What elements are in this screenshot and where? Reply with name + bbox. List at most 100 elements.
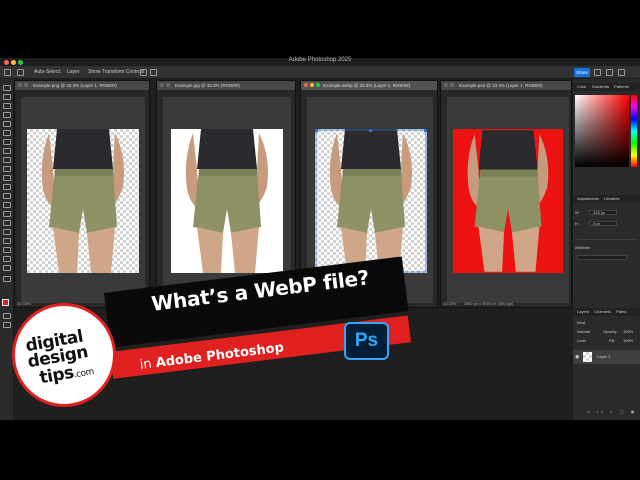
- clone-stamp-tool-icon[interactable]: [3, 166, 11, 172]
- visibility-eye-icon[interactable]: ◉: [575, 354, 579, 360]
- type-tool-icon[interactable]: [3, 229, 11, 235]
- close-document-icon[interactable]: [444, 83, 448, 87]
- layers-panel-tabs[interactable]: Layers Channels Paths: [573, 308, 640, 316]
- foreground-color-swatch[interactable]: [2, 299, 9, 306]
- panel-toggle-icon[interactable]: [618, 69, 625, 76]
- zoom-status[interactable]: 33.33%: [17, 301, 31, 306]
- layers-footer-icons[interactable]: ∞ fx ◐ ▢ ▣ ＋ 🗑: [587, 409, 640, 415]
- document-window-png[interactable]: Example.png @ 33.3% (Layer 1, RGB/8#) 33…: [14, 80, 150, 308]
- document-tab-title: Example.psd @ 33.3% (Layer 1, RGB/8#): [459, 83, 543, 88]
- layer-thumbnail: [583, 352, 592, 362]
- gradient-tool-icon[interactable]: [3, 193, 11, 199]
- lasso-tool-icon[interactable]: [3, 103, 11, 109]
- document-tab[interactable]: Example.png @ 33.3% (Layer 1, RGB/8#): [15, 81, 149, 90]
- brand-logo: digital design tips.com: [12, 303, 116, 407]
- crop-tool-icon[interactable]: [3, 121, 11, 127]
- tab-patterns[interactable]: Patterns: [614, 84, 629, 89]
- screen: Adobe Photoshop 2025 Auto-Select: Layer …: [0, 0, 640, 480]
- color-picker-field[interactable]: [575, 95, 629, 167]
- show-transform-controls-checkbox[interactable]: Show Transform Controls: [88, 69, 144, 75]
- dodge-tool-icon[interactable]: [3, 211, 11, 217]
- close-document-icon[interactable]: [304, 83, 308, 87]
- tab-layers[interactable]: Layers: [577, 309, 589, 314]
- prop-h-value: 0 px: [593, 221, 601, 226]
- move-tool-icon[interactable]: [17, 69, 24, 76]
- tab-channels[interactable]: Channels: [594, 309, 611, 314]
- model-image: [185, 129, 268, 273]
- layer-row[interactable]: ◉ Layer 1: [573, 350, 640, 364]
- document-size: 2000 px x 3000 px (300 ppi): [463, 301, 514, 306]
- tab-gradients[interactable]: Gradients: [592, 84, 609, 89]
- canvas-png[interactable]: [27, 129, 139, 273]
- close-document-icon[interactable]: [160, 83, 164, 87]
- brand-tips: tips: [38, 362, 76, 389]
- workspace-icon[interactable]: [606, 69, 613, 76]
- layer-filter-kind[interactable]: Kind: [577, 320, 585, 325]
- distribute-icon[interactable]: [150, 69, 157, 76]
- canvas-webp[interactable]: [315, 129, 427, 273]
- tools-panel: [0, 79, 14, 420]
- attribute-label: Attribute: [575, 245, 590, 250]
- frame-tool-icon[interactable]: [3, 130, 11, 136]
- canvas-jpg[interactable]: [171, 129, 283, 273]
- document-tab-title: Example.png @ 33.3% (Layer 1, RGB/8#): [33, 83, 117, 88]
- eyedropper-tool-icon[interactable]: [3, 139, 11, 145]
- share-button[interactable]: Share: [574, 68, 590, 77]
- align-icon[interactable]: [140, 69, 147, 76]
- minimize-document-icon[interactable]: [166, 83, 170, 87]
- healing-brush-tool-icon[interactable]: [3, 148, 11, 154]
- brush-tool-icon[interactable]: [3, 157, 11, 163]
- document-tab-active[interactable]: Example.webp @ 33.3% (Layer 1, RGB/8#): [301, 81, 437, 90]
- prop-h-label: H: [575, 221, 578, 226]
- auto-select-checkbox-label[interactable]: Auto-Select:: [34, 69, 61, 75]
- document-window-psd[interactable]: Example.psd @ 33.3% (Layer 1, RGB/8#) 33…: [440, 80, 572, 308]
- zoom-status[interactable]: 33.33% 2000 px x 3000 px (300 ppi): [443, 301, 513, 306]
- tab-color[interactable]: Color: [577, 84, 587, 89]
- marquee-tool-icon[interactable]: [3, 94, 11, 100]
- prop-w-value: 333 px: [593, 210, 606, 215]
- quick-select-tool-icon[interactable]: [3, 112, 11, 118]
- fill-label: Fill:: [609, 338, 616, 343]
- divider: [577, 239, 637, 240]
- canvas-psd[interactable]: [453, 129, 563, 273]
- eraser-tool-icon[interactable]: [3, 184, 11, 190]
- hue-slider[interactable]: [631, 95, 637, 167]
- search-icon[interactable]: [594, 69, 601, 76]
- adjustments-panel-tabs[interactable]: Adjustments Libraries: [573, 195, 640, 203]
- model-image: [467, 130, 549, 272]
- move-tool-icon[interactable]: [3, 85, 11, 91]
- photoshop-logo-icon: Ps: [344, 322, 389, 360]
- path-select-tool-icon[interactable]: [3, 238, 11, 244]
- document-tab-title: Example.webp @ 33.3% (Layer 1, RGB/8#): [323, 83, 411, 88]
- document-tab[interactable]: Example.jpg @ 33.3% (RGB/8#): [157, 81, 295, 90]
- close-document-icon[interactable]: [18, 83, 22, 87]
- attribute-field[interactable]: [577, 255, 627, 260]
- shape-tool-icon[interactable]: [3, 247, 11, 253]
- edit-toolbar-icon[interactable]: [3, 276, 11, 282]
- auto-select-dropdown[interactable]: Layer: [67, 69, 80, 75]
- pen-tool-icon[interactable]: [3, 220, 11, 226]
- letterbox-bottom: [0, 420, 640, 480]
- minimize-document-icon[interactable]: [24, 83, 28, 87]
- blur-tool-icon[interactable]: [3, 202, 11, 208]
- tab-libraries[interactable]: Libraries: [604, 196, 619, 201]
- color-panel-tabs[interactable]: Color Gradients Patterns: [573, 83, 640, 91]
- opacity-value[interactable]: 100%: [623, 329, 633, 334]
- blend-mode-select[interactable]: Normal: [577, 329, 590, 334]
- fill-value[interactable]: 100%: [623, 338, 633, 343]
- zoom-tool-icon[interactable]: [3, 265, 11, 271]
- model-image: [315, 129, 427, 273]
- screen-mode-icon[interactable]: [3, 322, 11, 328]
- document-tab[interactable]: Example.psd @ 33.3% (Layer 1, RGB/8#): [441, 81, 571, 90]
- hand-tool-icon[interactable]: [3, 256, 11, 262]
- quick-mask-icon[interactable]: [3, 313, 11, 319]
- tab-paths[interactable]: Paths: [616, 309, 626, 314]
- zoom-value: 33.33%: [443, 301, 457, 306]
- zoom-document-icon[interactable]: [316, 83, 320, 87]
- tab-adjustments[interactable]: Adjustments: [577, 196, 599, 201]
- home-icon[interactable]: [4, 69, 11, 76]
- minimize-document-icon[interactable]: [310, 83, 314, 87]
- history-brush-tool-icon[interactable]: [3, 175, 11, 181]
- minimize-document-icon[interactable]: [450, 83, 454, 87]
- layer-name[interactable]: Layer 1: [597, 354, 610, 359]
